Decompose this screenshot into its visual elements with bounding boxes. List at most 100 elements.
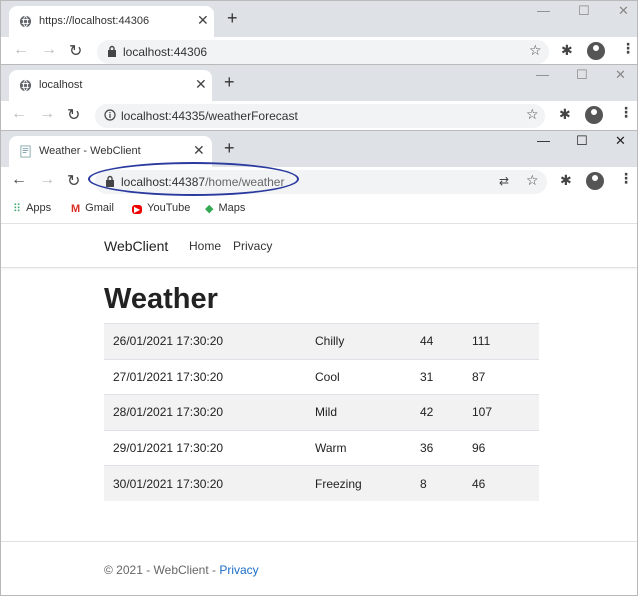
menu-icon[interactable]: ⋮ xyxy=(621,40,635,57)
forward-icon[interactable]: → xyxy=(41,41,57,59)
browser-window-3: Weather - WebClient ✕ + — ☐ ✕ ← → ↻ loca… xyxy=(0,130,638,596)
tab-strip: localhost ✕ + — ☐ ✕ xyxy=(1,65,637,101)
bookmark-maps[interactable]: ◆ Maps xyxy=(205,202,245,215)
temp-f-cell: 46 xyxy=(472,465,539,502)
temp-f-cell: 107 xyxy=(472,394,539,431)
address-bar[interactable]: localhost:44335/weatherForecast xyxy=(95,104,545,128)
menu-icon[interactable]: ⋮ xyxy=(619,170,633,187)
url-text: localhost:44306 xyxy=(123,45,208,59)
footer-text: © 2021 - WebClient - Privacy xyxy=(104,563,259,577)
site-navbar: WebClient Home Privacy xyxy=(1,224,637,268)
bookmarks-bar: ⠿ Apps M Gmail ▶ YouTube ◆ Maps xyxy=(1,197,637,223)
document-icon xyxy=(20,145,31,158)
forward-icon[interactable]: → xyxy=(39,105,55,123)
temp-f-cell: 87 xyxy=(472,358,539,395)
tab-strip: Weather - WebClient ✕ + — ☐ ✕ xyxy=(1,131,637,167)
new-tab-button[interactable]: + xyxy=(224,138,235,159)
table-row: 27/01/2021 17:30:20 Cool 31 87 xyxy=(104,358,539,395)
back-icon[interactable]: ← xyxy=(13,41,29,59)
profile-avatar-icon[interactable] xyxy=(586,172,604,190)
apps-grid-icon: ⠿ xyxy=(13,203,22,215)
star-icon[interactable]: ☆ xyxy=(529,42,542,59)
temp-c-cell: 8 xyxy=(420,465,472,502)
footer-privacy-link[interactable]: Privacy xyxy=(219,563,258,577)
table-row: 29/01/2021 17:30:20 Warm 36 96 xyxy=(104,429,539,466)
table-row: 30/01/2021 17:30:20 Freezing 8 46 xyxy=(104,465,539,502)
annotation-oval xyxy=(88,162,299,196)
page-title: Weather xyxy=(104,283,218,315)
profile-avatar-icon[interactable] xyxy=(587,42,605,60)
close-window-button[interactable]: ✕ xyxy=(615,67,626,83)
url-text: localhost:44335/weatherForecast xyxy=(121,109,298,123)
browser-tab[interactable]: localhost ✕ xyxy=(9,70,212,101)
web-page: WebClient Home Privacy Weather 26/01/202… xyxy=(1,223,637,595)
globe-icon xyxy=(19,15,32,28)
date-cell: 28/01/2021 17:30:20 xyxy=(104,394,315,431)
star-icon[interactable]: ☆ xyxy=(526,106,539,123)
summary-cell: Freezing xyxy=(315,465,420,502)
maximize-button[interactable]: ☐ xyxy=(576,133,588,149)
close-window-button[interactable]: ✕ xyxy=(618,3,629,19)
maximize-button[interactable]: ☐ xyxy=(578,3,590,19)
summary-cell: Mild xyxy=(315,394,420,431)
table-row: 28/01/2021 17:30:20 Mild 42 107 xyxy=(104,394,539,431)
date-cell: 27/01/2021 17:30:20 xyxy=(104,358,315,395)
star-icon[interactable]: ☆ xyxy=(526,172,539,189)
date-cell: 26/01/2021 17:30:20 xyxy=(104,323,315,360)
summary-cell: Cool xyxy=(315,358,420,395)
reload-icon[interactable]: ↻ xyxy=(67,105,80,125)
nav-link-home[interactable]: Home xyxy=(189,239,221,253)
browser-toolbar: ← → ↻ localhost:44335/weatherForecast ☆ … xyxy=(1,101,637,131)
nav-link-privacy[interactable]: Privacy xyxy=(233,239,272,253)
summary-cell: Chilly xyxy=(315,323,420,360)
navbar-brand[interactable]: WebClient xyxy=(104,238,168,254)
reload-icon[interactable]: ↻ xyxy=(67,171,80,191)
back-icon[interactable]: ← xyxy=(11,171,27,189)
browser-tab[interactable]: https://localhost:44306 ✕ xyxy=(9,6,214,37)
tab-title: localhost xyxy=(39,79,83,91)
close-tab-icon[interactable]: ✕ xyxy=(197,12,209,29)
temp-f-cell: 96 xyxy=(472,429,539,466)
tab-title: Weather - WebClient xyxy=(39,145,141,157)
temp-c-cell: 42 xyxy=(420,394,472,431)
back-icon[interactable]: ← xyxy=(11,105,27,123)
address-bar[interactable]: localhost:44306 xyxy=(97,40,549,64)
bookmark-apps[interactable]: ⠿ Apps xyxy=(13,202,51,215)
minimize-button[interactable]: — xyxy=(537,3,550,18)
tab-strip: https://localhost:44306 ✕ + — ☐ ✕ xyxy=(1,1,637,37)
reload-icon[interactable]: ↻ xyxy=(69,41,82,61)
menu-icon[interactable]: ⋮ xyxy=(619,104,633,121)
browser-window-2: localhost ✕ + — ☐ ✕ ← → ↻ localhost:4433… xyxy=(0,64,638,136)
profile-avatar-icon[interactable] xyxy=(585,106,603,124)
temp-c-cell: 36 xyxy=(420,429,472,466)
tab-title: https://localhost:44306 xyxy=(39,15,150,27)
new-tab-button[interactable]: + xyxy=(227,8,238,29)
temp-c-cell: 44 xyxy=(420,323,472,360)
extensions-icon[interactable]: ✱ xyxy=(559,106,571,123)
translate-icon[interactable]: ⇄ xyxy=(499,174,509,188)
bookmark-gmail[interactable]: M Gmail xyxy=(71,202,114,215)
date-cell: 30/01/2021 17:30:20 xyxy=(104,465,315,502)
browser-toolbar: ← → ↻ localhost:44306 ☆ ✱ ⋮ xyxy=(1,37,637,67)
info-icon xyxy=(104,109,116,121)
forward-icon[interactable]: → xyxy=(39,171,55,189)
table-row: 26/01/2021 17:30:20 Chilly 44 111 xyxy=(104,323,539,360)
maps-icon: ◆ xyxy=(205,203,214,215)
close-tab-icon[interactable]: ✕ xyxy=(193,142,205,159)
gmail-icon: M xyxy=(71,203,81,215)
summary-cell: Warm xyxy=(315,429,420,466)
minimize-button[interactable]: — xyxy=(536,67,549,82)
minimize-button[interactable]: — xyxy=(537,133,550,148)
lock-icon xyxy=(108,45,116,57)
bookmark-youtube[interactable]: ▶ YouTube xyxy=(132,202,190,214)
date-cell: 29/01/2021 17:30:20 xyxy=(104,429,315,466)
youtube-icon: ▶ xyxy=(132,205,143,214)
extensions-icon[interactable]: ✱ xyxy=(560,172,572,189)
new-tab-button[interactable]: + xyxy=(224,72,235,93)
close-window-button[interactable]: ✕ xyxy=(615,133,626,149)
temp-f-cell: 111 xyxy=(472,323,539,360)
close-tab-icon[interactable]: ✕ xyxy=(195,76,207,93)
maximize-button[interactable]: ☐ xyxy=(576,67,588,83)
extensions-icon[interactable]: ✱ xyxy=(561,42,573,59)
globe-icon xyxy=(19,79,32,92)
